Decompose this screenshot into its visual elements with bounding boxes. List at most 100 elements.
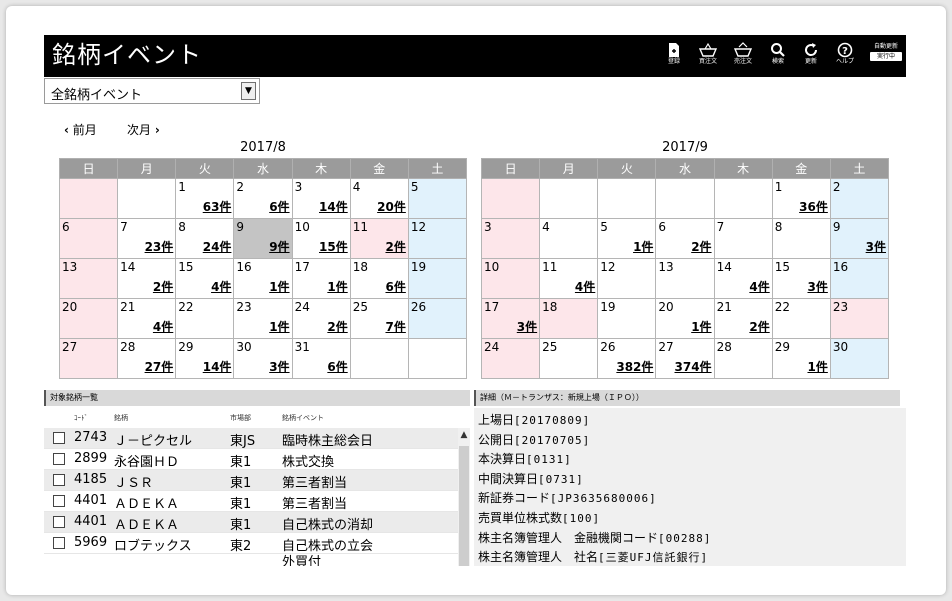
search-button[interactable]: 検索 xyxy=(762,41,794,73)
sell-order-button[interactable]: 売注文 xyxy=(727,41,759,73)
event-count-link[interactable]: 1件 xyxy=(633,238,653,255)
calendar-day[interactable]: 18 xyxy=(539,298,599,339)
event-count-link[interactable]: 6件 xyxy=(385,278,405,295)
calendar-day[interactable]: 6 xyxy=(58,218,119,259)
event-count-link[interactable]: 14件 xyxy=(203,358,232,375)
refresh-button[interactable]: 更新 xyxy=(795,41,827,73)
event-count-link[interactable]: 3件 xyxy=(807,278,827,295)
calendar-day[interactable]: 26 382件 xyxy=(597,338,657,379)
calendar-day[interactable]: 3 14件 xyxy=(291,178,351,219)
calendar-day[interactable]: 22 xyxy=(771,298,831,339)
calendar-day[interactable]: 16 1件 xyxy=(233,258,293,299)
calendar-day[interactable]: 29 1件 xyxy=(771,338,831,379)
event-count-link[interactable]: 14件 xyxy=(319,198,348,215)
event-count-link[interactable]: 24件 xyxy=(203,238,232,255)
calendar-day[interactable]: 17 3件 xyxy=(480,298,541,339)
calendar-day[interactable]: 13 xyxy=(58,258,119,299)
calendar-day[interactable]: 27 374件 xyxy=(655,338,715,379)
buy-order-button[interactable]: 買注文 xyxy=(692,41,724,73)
calendar-day[interactable]: 5 1件 xyxy=(597,218,657,259)
event-count-link[interactable]: 3件 xyxy=(866,238,886,255)
list-scrollbar[interactable]: ▲ xyxy=(458,428,470,566)
next-month-link[interactable]: 次月 › xyxy=(127,121,160,138)
calendar-day[interactable]: 10 xyxy=(480,258,541,299)
help-button[interactable]: ? ヘルプ xyxy=(829,41,861,73)
calendar-day[interactable]: 6 2件 xyxy=(655,218,715,259)
calendar-day[interactable]: 26 xyxy=(407,298,468,339)
calendar-day[interactable]: 19 xyxy=(597,298,657,339)
calendar-day[interactable]: 22 xyxy=(175,298,235,339)
event-count-link[interactable]: 4件 xyxy=(211,278,231,295)
event-count-link[interactable]: 374件 xyxy=(675,358,712,375)
calendar-day[interactable]: 14 2件 xyxy=(117,258,177,299)
event-count-link[interactable]: 36件 xyxy=(799,198,828,215)
calendar-day[interactable]: 3 xyxy=(480,218,541,259)
event-count-link[interactable]: 2件 xyxy=(327,318,347,335)
auto-update-toggle[interactable]: 自動更新 実行中 xyxy=(870,43,902,61)
event-count-link[interactable]: 2件 xyxy=(749,318,769,335)
calendar-day[interactable]: 1 63件 xyxy=(175,178,235,219)
event-count-link[interactable]: 2件 xyxy=(153,278,173,295)
event-count-link[interactable]: 1件 xyxy=(327,278,347,295)
scroll-thumb[interactable] xyxy=(459,446,469,566)
event-count-link[interactable]: 6件 xyxy=(327,358,347,375)
calendar-day[interactable]: 30 3件 xyxy=(233,338,293,379)
calendar-day[interactable]: 29 14件 xyxy=(175,338,235,379)
chevron-down-icon[interactable]: ▼ xyxy=(241,82,256,100)
event-count-link[interactable]: 3件 xyxy=(269,358,289,375)
calendar-day[interactable]: 14 4件 xyxy=(713,258,773,299)
table-row[interactable]: 4401 ＡＤＥＫＡ 東1 第三者割当 xyxy=(44,491,458,512)
event-count-link[interactable]: 23件 xyxy=(145,238,174,255)
event-filter-select[interactable]: 全銘柄イベント ▼ xyxy=(44,78,260,104)
calendar-day[interactable]: 15 4件 xyxy=(175,258,235,299)
table-row[interactable]: 2743 Ｊ－ピクセル 東JS 臨時株主総会日 xyxy=(44,428,458,449)
calendar-day[interactable]: 4 20件 xyxy=(349,178,409,219)
event-count-link[interactable]: 7件 xyxy=(385,318,405,335)
event-count-link[interactable]: 15件 xyxy=(319,238,348,255)
calendar-day[interactable]: 19 xyxy=(407,258,468,299)
calendar-day[interactable]: 23 xyxy=(829,298,890,339)
event-count-link[interactable]: 1件 xyxy=(807,358,827,375)
calendar-day[interactable]: 30 xyxy=(829,338,890,379)
calendar-day[interactable]: 7 xyxy=(713,218,773,259)
calendar-day[interactable]: 31 6件 xyxy=(291,338,351,379)
calendar-day[interactable]: 24 xyxy=(480,338,541,379)
row-checkbox[interactable] xyxy=(53,453,65,465)
calendar-day[interactable]: 8 xyxy=(771,218,831,259)
register-button[interactable]: 登録 xyxy=(658,41,690,73)
event-count-link[interactable]: 63件 xyxy=(203,198,232,215)
prev-month-link[interactable]: ‹ 前月 xyxy=(64,121,97,138)
calendar-day[interactable]: 18 6件 xyxy=(349,258,409,299)
calendar-day[interactable]: 25 7件 xyxy=(349,298,409,339)
calendar-day[interactable]: 28 27件 xyxy=(117,338,177,379)
calendar-day[interactable]: 13 xyxy=(655,258,715,299)
table-row[interactable]: 5969 ロブテックス 東2 自己株式の立会 xyxy=(44,533,458,554)
calendar-day[interactable]: 21 2件 xyxy=(713,298,773,339)
event-count-link[interactable]: 2件 xyxy=(691,238,711,255)
event-count-link[interactable]: 27件 xyxy=(145,358,174,375)
calendar-day[interactable]: 9 9件 xyxy=(233,218,293,259)
calendar-day[interactable]: 20 xyxy=(58,298,119,339)
calendar-day[interactable]: 27 xyxy=(58,338,119,379)
calendar-day[interactable]: 15 3件 xyxy=(771,258,831,299)
calendar-day[interactable]: 12 xyxy=(597,258,657,299)
row-checkbox[interactable] xyxy=(53,432,65,444)
calendar-day[interactable]: 25 xyxy=(539,338,599,379)
scroll-up-icon[interactable]: ▲ xyxy=(458,428,470,442)
calendar-day[interactable]: 11 2件 xyxy=(349,218,409,259)
calendar-day[interactable]: 2 xyxy=(829,178,890,219)
calendar-day[interactable]: 4 xyxy=(539,218,599,259)
event-count-link[interactable]: 4件 xyxy=(153,318,173,335)
calendar-day[interactable]: 8 24件 xyxy=(175,218,235,259)
row-checkbox[interactable] xyxy=(53,495,65,507)
event-count-link[interactable]: 3件 xyxy=(517,318,537,335)
calendar-day[interactable]: 11 4件 xyxy=(539,258,599,299)
calendar-day[interactable]: 12 xyxy=(407,218,468,259)
calendar-day[interactable]: 21 4件 xyxy=(117,298,177,339)
row-checkbox[interactable] xyxy=(53,474,65,486)
table-row[interactable]: 4401 ＡＤＥＫＡ 東1 自己株式の消却 xyxy=(44,512,458,533)
event-count-link[interactable]: 4件 xyxy=(575,278,595,295)
row-checkbox[interactable] xyxy=(53,537,65,549)
calendar-day[interactable]: 16 xyxy=(829,258,890,299)
table-row[interactable]: 4185 ＪＳＲ 東1 第三者割当 xyxy=(44,470,458,491)
